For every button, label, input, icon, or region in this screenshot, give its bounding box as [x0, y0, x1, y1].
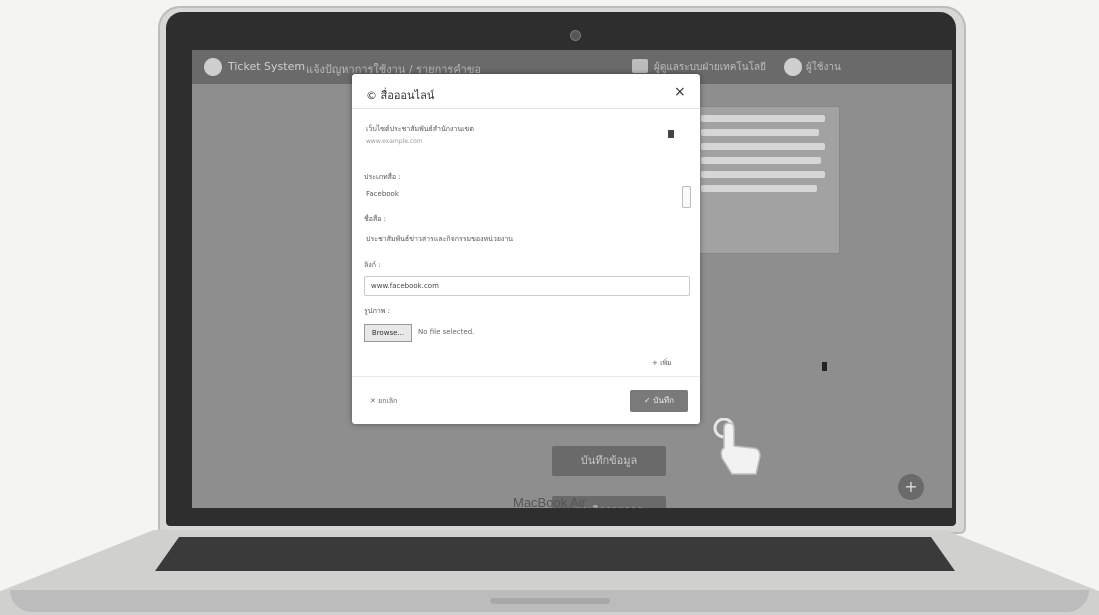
modal-title: © สื่อออนไลน์ — [366, 89, 435, 102]
department-label: ผู้ดูแลระบบฝ่ายเทคโนโลยี — [654, 62, 766, 73]
app-title[interactable]: Ticket System — [228, 60, 305, 73]
background-text-line — [701, 143, 825, 150]
modal-footer-divider — [352, 376, 700, 377]
select-scroll-handle[interactable] — [682, 186, 691, 208]
link-label: ลิงก์ : — [364, 261, 381, 269]
background-text-line — [701, 185, 817, 192]
cancel-button[interactable]: ✕ ยกเลิก — [370, 396, 397, 407]
app-screen: Ticket System แจ้งปัญหาการใช้งาน / รายกา… — [192, 50, 952, 508]
background-marker-icon — [822, 362, 827, 371]
file-status: No file selected. — [418, 328, 475, 336]
background-text-line — [701, 157, 821, 164]
background-text-line — [701, 171, 825, 178]
media-list-item: เว็บไซต์ประชาสัมพันธ์สำนักงานเขต www.exa… — [366, 124, 680, 160]
department-icon — [632, 59, 648, 73]
laptop-lid: Ticket System แจ้งปัญหาการใช้งาน / รายกา… — [158, 6, 966, 534]
app-logo-icon[interactable] — [204, 58, 222, 76]
media-item-url: www.example.com — [366, 138, 423, 145]
pointing-hand-icon — [713, 418, 761, 475]
avatar[interactable] — [784, 58, 802, 76]
name-label: ชื่อสื่อ : — [364, 215, 387, 223]
type-select[interactable]: Facebook — [366, 190, 399, 198]
user-menu[interactable]: ผู้ใช้งาน — [806, 60, 841, 75]
background-text-line — [701, 129, 819, 136]
background-save-button[interactable]: บันทึกข้อมูล — [552, 446, 666, 476]
media-item-title: เว็บไซต์ประชาสัมพันธ์สำนักงานเขต — [366, 125, 474, 133]
add-media-link[interactable]: + เพิ่ม — [652, 358, 672, 369]
screen-bezel: Ticket System แจ้งปัญหาการใช้งาน / รายกา… — [166, 12, 956, 526]
type-label: ประเภทสื่อ : — [364, 173, 401, 181]
trackpad-notch — [490, 598, 610, 604]
name-field[interactable]: ประชาสัมพันธ์ข่าวสารและกิจกรรมของหน่วยงา… — [366, 234, 513, 245]
online-media-modal: © สื่อออนไลน์ × เว็บไซต์ประชาสัมพันธ์สำน… — [352, 74, 700, 424]
browse-button[interactable]: Browse... — [364, 324, 412, 342]
trash-icon[interactable] — [668, 130, 674, 138]
device-brand-label: MacBook Air — [513, 495, 586, 510]
webcam-icon — [570, 30, 581, 41]
save-button[interactable]: ✓ บันทึก — [630, 390, 688, 412]
keyboard — [155, 537, 955, 571]
background-text-line — [701, 115, 825, 122]
image-label: รูปภาพ : — [364, 307, 390, 315]
link-input[interactable]: www.facebook.com — [364, 276, 690, 296]
background-info-panel — [692, 106, 840, 254]
modal-header: © สื่อออนไลน์ × — [352, 74, 700, 109]
close-icon[interactable]: × — [674, 84, 686, 100]
